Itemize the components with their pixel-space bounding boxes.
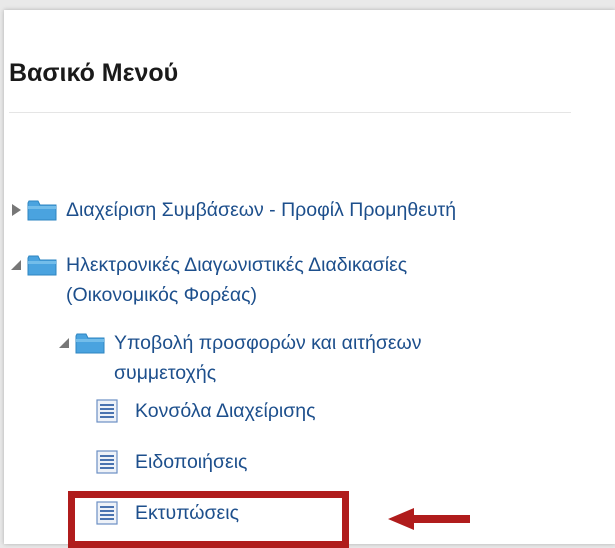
tree-leaf-admin-console[interactable]: Κονσόλα Διαχείρισης (96, 396, 316, 426)
tree-node-label-line2[interactable]: (Οικονομικός Φορέας) (66, 280, 407, 310)
tree-node-contract-management[interactable]: Διαχείριση Συμβάσεων - Προφίλ Προμηθευτή (9, 195, 456, 225)
menu-title: Βασικό Μενού (9, 59, 179, 87)
collapse-arrow-icon[interactable] (57, 336, 71, 350)
folder-icon (75, 333, 105, 354)
tree-node-label-line1[interactable]: Υποβολή προσφορών και αιτήσεων (114, 328, 422, 358)
tree-node-electronic-tenders[interactable]: Ηλεκτρονικές Διαγωνιστικές Διαδικασίες (… (9, 250, 407, 310)
page-icon (96, 399, 118, 423)
tree-node-label-line1[interactable]: Ηλεκτρονικές Διαγωνιστικές Διαδικασίες (66, 250, 407, 280)
tree-leaf-notifications[interactable]: Ειδοποιήσεις (96, 447, 247, 477)
tree-leaf-label[interactable]: Κονσόλα Διαχείρισης (135, 396, 316, 426)
highlight-box (68, 491, 349, 548)
divider (9, 112, 571, 113)
tree-leaf-label[interactable]: Ειδοποιήσεις (135, 447, 247, 477)
tree-node-label[interactable]: Διαχείριση Συμβάσεων - Προφίλ Προμηθευτή (66, 195, 456, 225)
tree-node-label-line2[interactable]: συμμετοχής (114, 358, 422, 388)
tree-node-submit-offers[interactable]: Υποβολή προσφορών και αιτήσεων συμμετοχή… (57, 328, 422, 388)
folder-icon (27, 200, 57, 221)
collapse-arrow-icon[interactable] (9, 258, 23, 272)
pointer-arrow-icon (388, 508, 470, 530)
expand-arrow-icon[interactable] (9, 203, 23, 217)
folder-icon (27, 255, 57, 276)
main-menu-panel: Βασικό Μενού Διαχείριση Συμβάσεων - Προφ… (4, 10, 615, 548)
page-icon (96, 450, 118, 474)
